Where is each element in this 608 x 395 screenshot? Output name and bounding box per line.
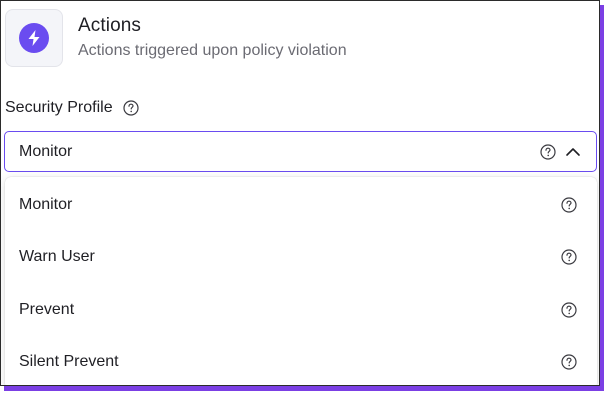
lightning-bolt-icon	[19, 23, 49, 53]
option-warn-user[interactable]: Warn User	[5, 231, 597, 283]
selected-value: Monitor	[19, 142, 73, 160]
help-icon[interactable]	[561, 302, 577, 318]
help-icon[interactable]	[561, 354, 577, 370]
security-profile-label: Security Profile	[5, 99, 139, 117]
help-icon[interactable]	[561, 249, 577, 265]
option-label: Prevent	[19, 301, 75, 318]
option-label: Warn User	[19, 248, 95, 265]
panel-subtitle: Actions triggered upon policy violation	[78, 42, 347, 59]
chevron-up-icon[interactable]	[564, 143, 582, 161]
option-silent-prevent[interactable]: Silent Prevent	[5, 336, 597, 385]
help-icon[interactable]	[561, 197, 577, 213]
panel-title: Actions	[78, 15, 142, 36]
security-profile-label-text: Security Profile	[5, 99, 113, 116]
option-label: Monitor	[19, 196, 73, 213]
security-profile-dropdown: Monitor Warn User Prevent Silent Prevent	[5, 177, 597, 385]
help-icon[interactable]	[540, 143, 556, 160]
help-icon[interactable]	[122, 100, 139, 116]
option-label: Silent Prevent	[19, 353, 119, 370]
option-prevent[interactable]: Prevent	[5, 284, 597, 336]
actions-panel: Actions Actions triggered upon policy vi…	[0, 0, 600, 386]
actions-icon-tile	[5, 9, 63, 67]
security-profile-select[interactable]: Monitor	[4, 131, 597, 172]
panel-header: Actions Actions triggered upon policy vi…	[5, 9, 595, 69]
option-monitor[interactable]: Monitor	[5, 179, 597, 231]
